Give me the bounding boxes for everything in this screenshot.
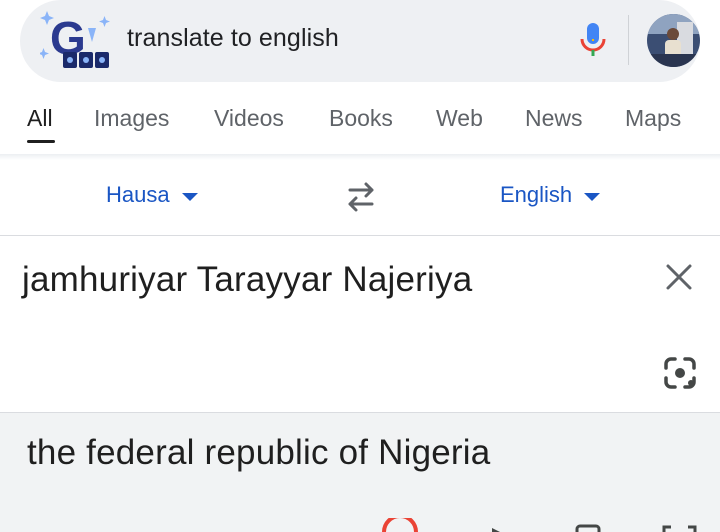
close-icon[interactable] — [664, 262, 694, 292]
chevron-down-icon — [584, 193, 601, 201]
microphone-icon[interactable] — [578, 22, 608, 60]
source-language-dropdown[interactable]: Hausa — [106, 182, 198, 208]
tab-web[interactable]: Web — [436, 105, 483, 132]
chevron-down-icon — [181, 193, 198, 201]
divider — [0, 235, 720, 236]
user-avatar[interactable] — [647, 14, 700, 67]
expand-icon[interactable] — [662, 525, 697, 532]
search-divider — [628, 15, 629, 65]
tab-all[interactable]: All — [27, 105, 53, 132]
tab-images[interactable]: Images — [94, 105, 169, 132]
tab-maps[interactable]: Maps — [625, 105, 681, 132]
result-actions-row — [382, 518, 697, 532]
camera-lens-icon[interactable] — [660, 352, 700, 392]
swap-arrows-icon[interactable] — [342, 180, 380, 214]
google-doodle-logo[interactable]: G — [40, 6, 122, 76]
search-bar[interactable]: G translate to english — [20, 0, 700, 82]
language-selector-row: Hausa English — [0, 160, 720, 235]
tab-books[interactable]: Books — [329, 105, 393, 132]
target-language-label: English — [500, 182, 573, 207]
source-text-input[interactable]: jamhuriyar Tarayyar Najeriya — [22, 260, 472, 300]
play-icon[interactable] — [492, 528, 500, 532]
translation-result-text: the federal republic of Nigeria — [27, 433, 491, 472]
source-language-label: Hausa — [106, 182, 170, 207]
search-tabs: All Images Videos Books Web News Maps — [0, 100, 720, 150]
divider — [0, 412, 720, 413]
active-tab-indicator — [27, 140, 55, 143]
search-input[interactable]: translate to english — [127, 24, 339, 53]
tab-videos[interactable]: Videos — [214, 105, 284, 132]
copy-icon[interactable] — [575, 524, 601, 532]
tab-news[interactable]: News — [525, 105, 583, 132]
target-language-dropdown[interactable]: English — [500, 182, 601, 208]
audio-icon[interactable] — [382, 518, 418, 532]
